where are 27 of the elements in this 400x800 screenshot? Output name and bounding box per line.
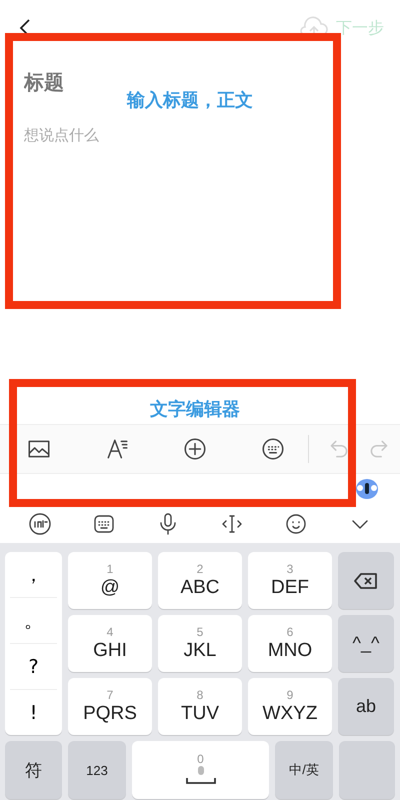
backspace-key[interactable] <box>338 552 394 609</box>
emoji-icon[interactable] <box>284 512 308 536</box>
key[interactable]: 中/英 <box>275 741 333 799</box>
key[interactable]: 7 PQRS <box>68 678 152 735</box>
key[interactable]: ^_^ <box>338 615 394 672</box>
key[interactable]: 4 GHI <box>68 615 152 672</box>
key[interactable]: 123 <box>68 741 126 799</box>
symbol-key[interactable]: ， <box>10 552 57 598</box>
symbol-key[interactable]: ? <box>10 644 57 690</box>
symbol-key[interactable]: 。 <box>10 598 57 644</box>
add-icon[interactable] <box>182 436 208 462</box>
annotation-label: 文字编辑器 <box>150 398 240 421</box>
key[interactable]: 2 ABC <box>158 552 242 609</box>
key[interactable]: 8 TUV <box>158 678 242 735</box>
backspace-icon <box>353 572 379 590</box>
key[interactable]: 1 @ <box>68 552 152 609</box>
annotation-label: 输入标题，正文 <box>127 89 253 112</box>
symbol-key[interactable]: ! <box>10 690 57 735</box>
key[interactable]: 3 DEF <box>248 552 332 609</box>
key[interactable]: 5 JKL <box>158 615 242 672</box>
key[interactable]: ab <box>338 678 394 735</box>
key[interactable]: 6 MNO <box>248 615 332 672</box>
ime-icon[interactable] <box>28 512 52 536</box>
mascot-icon[interactable] <box>354 478 380 500</box>
key[interactable]: 符 <box>5 741 62 799</box>
key[interactable]: 9 WXYZ <box>248 678 332 735</box>
keyboard-icon[interactable] <box>260 436 286 462</box>
